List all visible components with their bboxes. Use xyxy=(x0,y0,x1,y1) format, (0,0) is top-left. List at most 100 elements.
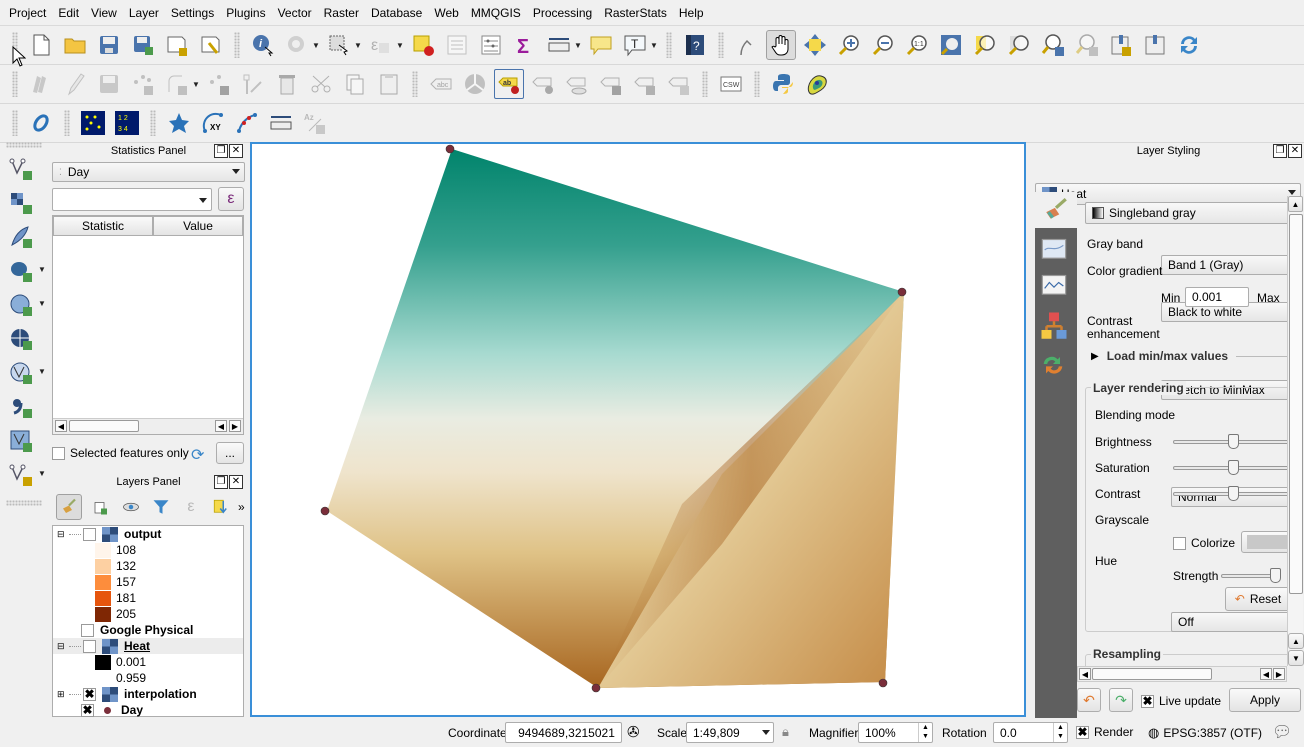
new-project-icon[interactable] xyxy=(26,30,56,60)
zoom-to-layer-icon[interactable] xyxy=(1004,30,1034,60)
renderer-type-select[interactable]: Singleband gray xyxy=(1085,202,1287,224)
toggle-extents-icon[interactable]: ✇ xyxy=(627,723,640,741)
scroll-up-icon[interactable]: ▲ xyxy=(1288,633,1304,649)
pan-icon[interactable] xyxy=(766,30,796,60)
node-tool-icon[interactable] xyxy=(238,69,268,99)
checkbox[interactable]: ✖ xyxy=(1141,694,1154,708)
delete-selected-icon[interactable] xyxy=(272,69,302,99)
numbered-points-grid-icon[interactable]: 1 2 3 4 xyxy=(112,108,142,138)
heatmap-plugin-icon[interactable] xyxy=(802,69,832,99)
checkbox[interactable]: ✖ xyxy=(1076,725,1089,739)
cut-features-icon[interactable] xyxy=(306,69,336,99)
measure-icon[interactable] xyxy=(544,30,574,60)
layout-manager-icon[interactable] xyxy=(196,30,226,60)
symbology-tab[interactable] xyxy=(1035,192,1077,228)
chevron-down-icon[interactable]: ▼ xyxy=(574,41,584,50)
save-edits-icon[interactable] xyxy=(94,69,124,99)
layer-visibility-checkbox[interactable] xyxy=(81,623,94,637)
chevron-down-icon[interactable]: ▼ xyxy=(192,80,202,89)
horizontal-scrollbar[interactable]: ◀ ◀ ▶ xyxy=(1077,666,1287,682)
add-circular-string-icon[interactable] xyxy=(162,69,192,99)
layer-visibility-checkbox[interactable]: ✖ xyxy=(83,687,96,701)
move-label-icon[interactable] xyxy=(596,69,626,99)
min-input[interactable]: 0.001 xyxy=(1185,287,1249,307)
statistics-sum-icon[interactable]: Σ xyxy=(510,30,540,60)
polyline-points-icon[interactable] xyxy=(232,108,262,138)
layer-select[interactable]: ⁚ Day xyxy=(52,162,245,182)
zoom-to-selection-icon[interactable] xyxy=(970,30,1000,60)
rotate-label-icon[interactable] xyxy=(630,69,660,99)
menu-project[interactable]: Project xyxy=(3,0,52,26)
help-icon[interactable]: ? xyxy=(680,30,710,60)
add-wfs-layer-icon[interactable]: ▼ xyxy=(6,358,46,388)
history-tab[interactable] xyxy=(1039,350,1073,380)
add-feature-icon[interactable] xyxy=(128,69,158,99)
undo-button[interactable]: ↶ xyxy=(1077,688,1101,712)
save-project-icon[interactable] xyxy=(94,30,124,60)
add-raster-layer-icon[interactable] xyxy=(6,188,36,218)
highlight-pinned-labels-icon[interactable]: ab xyxy=(494,69,524,99)
add-group-icon[interactable] xyxy=(90,494,112,520)
chevron-down-icon[interactable]: ▼ xyxy=(354,41,364,50)
grayscale-select[interactable]: Off xyxy=(1171,612,1287,632)
brightness-slider[interactable] xyxy=(1173,434,1287,450)
strength-slider[interactable] xyxy=(1221,568,1281,584)
checkbox[interactable] xyxy=(1173,536,1186,550)
menu-edit[interactable]: Edit xyxy=(52,0,85,26)
add-postgis-layer-icon[interactable]: ▼ xyxy=(6,256,46,286)
pyramids-tab[interactable] xyxy=(1039,310,1073,342)
field-combo[interactable] xyxy=(52,188,212,211)
toolbar-grip[interactable] xyxy=(718,32,724,58)
toolbar-grip[interactable] xyxy=(150,110,156,136)
menu-mmqgis[interactable]: MMQGIS xyxy=(465,0,527,26)
toggle-editing-icon[interactable] xyxy=(60,69,90,99)
filter-by-expression-icon[interactable]: ε xyxy=(180,494,202,520)
layer-item-output[interactable]: ⊟ output xyxy=(57,526,161,542)
select-by-expression-icon[interactable]: ε xyxy=(366,30,396,60)
menu-plugins[interactable]: Plugins xyxy=(220,0,271,26)
menu-help[interactable]: Help xyxy=(673,0,710,26)
csw-icon[interactable]: CSW xyxy=(716,69,746,99)
zoom-last-icon[interactable] xyxy=(1038,30,1068,60)
close-icon[interactable]: ✕ xyxy=(229,144,243,158)
layer-visibility-checkbox[interactable] xyxy=(83,639,96,653)
more-tools-icon[interactable]: » xyxy=(238,500,245,514)
text-annotation-icon[interactable]: T xyxy=(620,30,650,60)
close-icon[interactable]: ✕ xyxy=(229,475,243,489)
layer-visibility-checkbox[interactable]: ✖ xyxy=(81,703,94,717)
layer-diagram-icon[interactable] xyxy=(460,69,490,99)
spinner-arrows[interactable]: ▲ ▼ xyxy=(1053,723,1067,742)
float-panel-icon[interactable]: ❐ xyxy=(1273,144,1287,158)
load-minmax-toggle[interactable]: ▶ Load min/max values xyxy=(1091,349,1287,363)
add-wms-layer-icon[interactable]: ▼ xyxy=(6,290,46,320)
colorize-checkbox[interactable]: Colorize xyxy=(1173,536,1235,550)
redo-button[interactable]: ↷ xyxy=(1109,688,1133,712)
render-checkbox[interactable]: ✖ Render xyxy=(1076,725,1133,739)
chevron-down-icon[interactable]: ▼ xyxy=(312,41,322,50)
add-spatialite-icon[interactable] xyxy=(6,392,36,422)
zoom-native-icon[interactable]: 1:1 xyxy=(902,30,932,60)
apply-button[interactable]: Apply xyxy=(1229,688,1301,712)
manage-visibility-icon[interactable] xyxy=(120,494,142,520)
attribute-table-icon[interactable] xyxy=(442,30,472,60)
slider-handle[interactable] xyxy=(1270,568,1281,583)
crs-button[interactable]: ◍ EPSG:3857 (OTF) xyxy=(1148,725,1262,741)
rotation-spinbox[interactable]: 0.0 ▲ ▼ xyxy=(993,722,1068,743)
toolbar-grip[interactable] xyxy=(666,32,672,58)
transparency-tab[interactable] xyxy=(1039,236,1073,266)
saturation-slider[interactable] xyxy=(1173,460,1287,476)
layer-item-day[interactable]: ✖ Day xyxy=(75,702,143,718)
xy-arc-icon[interactable]: XY xyxy=(198,108,228,138)
add-delimited-text-icon[interactable] xyxy=(6,222,36,252)
toolbar-grip[interactable] xyxy=(12,71,18,97)
style-manager-icon[interactable] xyxy=(56,494,82,520)
layer-item-heat[interactable]: ⊟ Heat xyxy=(53,638,243,654)
copy-features-icon[interactable] xyxy=(340,69,370,99)
show-bookmarks-icon[interactable] xyxy=(1140,30,1170,60)
scroll-up-icon[interactable]: ▲ xyxy=(1288,196,1303,212)
refresh-icon[interactable] xyxy=(1174,30,1204,60)
collapse-icon[interactable]: ⊟ xyxy=(57,529,67,540)
menu-settings[interactable]: Settings xyxy=(165,0,220,26)
toolbar-grip[interactable] xyxy=(702,71,708,97)
zoom-out-icon[interactable] xyxy=(868,30,898,60)
